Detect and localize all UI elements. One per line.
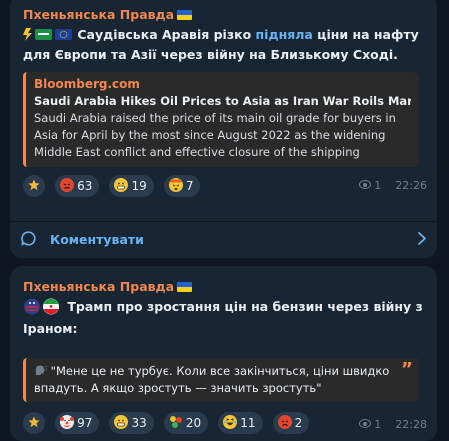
- reactions-bar: 63 19 7 1 22:26: [23, 175, 427, 199]
- emoji-flags-icon: [23, 28, 73, 46]
- angry-face-icon: [60, 178, 75, 192]
- reactions-bar: 97 33 20 11 2 1 22:28: [23, 412, 427, 436]
- reaction-count: 7: [185, 179, 194, 193]
- speaking-head-icon: [35, 365, 48, 375]
- reaction-traffic-light[interactable]: 20: [163, 412, 209, 434]
- reaction-grin[interactable]: 19: [109, 175, 154, 197]
- reaction-exploding-head[interactable]: 7: [163, 175, 201, 197]
- comment-bubble-icon: [21, 231, 36, 246]
- reaction-count: 97: [77, 416, 93, 430]
- ukraine-flag-icon: [177, 10, 193, 20]
- laughing-face-icon: [223, 415, 238, 429]
- reaction-star[interactable]: [23, 175, 45, 197]
- post-text-part1: Саудівська Аравія різко: [73, 27, 256, 42]
- star-icon: [28, 179, 40, 191]
- reaction-angry[interactable]: 2: [272, 412, 310, 434]
- grinning-face-icon: [114, 178, 129, 192]
- exploding-head-icon: [168, 178, 183, 192]
- quote-text: "Мене це не турбує. Коли все закінчиться…: [34, 364, 390, 395]
- link-preview-body: Saudi Arabia raised the price of its mai…: [34, 111, 396, 159]
- reaction-count: 11: [240, 416, 256, 430]
- views-eye-icon: [359, 419, 372, 428]
- comments-button[interactable]: Коментувати: [10, 221, 437, 258]
- clown-face-icon: [60, 415, 75, 429]
- reaction-grin[interactable]: 33: [109, 412, 154, 434]
- link-preview[interactable]: Bloomberg.com Saudi Arabia Hikes Oil Pri…: [23, 72, 419, 167]
- reaction-count: 33: [131, 416, 147, 430]
- reaction-count: 20: [185, 416, 202, 430]
- reaction-angry[interactable]: 63: [55, 175, 100, 197]
- channel-name-label: Пхеньянська Правда: [23, 7, 175, 22]
- post-time: 22:26: [395, 179, 427, 192]
- ukraine-flag-icon: [177, 282, 193, 292]
- grinning-face-icon: [114, 415, 129, 429]
- comments-label: Коментувати: [50, 232, 144, 247]
- quote-block: "Мене це не турбує. Коли все закінчиться…: [23, 358, 419, 402]
- views-count: 1: [374, 418, 382, 431]
- post-text-body: Трамп про зростання цін на бензин через …: [23, 299, 423, 336]
- reaction-star[interactable]: [23, 412, 45, 434]
- views-eye-icon: [359, 180, 372, 189]
- chevron-right-icon: [418, 232, 426, 245]
- channel-name-label: Пхеньянська Правда: [23, 279, 175, 294]
- link-preview-site: Bloomberg.com: [34, 77, 140, 91]
- star-icon: [28, 416, 40, 428]
- angry-face-icon: [277, 415, 292, 429]
- post-meta: 1 22:28: [359, 418, 427, 431]
- channel-name[interactable]: Пхеньянська Правда: [23, 7, 427, 23]
- reaction-count: 19: [131, 179, 147, 193]
- quote-mark-icon: ”: [401, 359, 413, 380]
- post-meta: 1 22:26: [359, 179, 427, 192]
- views-count: 1: [374, 179, 382, 192]
- post-text: Саудівська Аравія різко підняла ціни на …: [23, 26, 427, 64]
- reaction-count: 2: [294, 416, 303, 430]
- post-text: Трамп про зростання цін на бензин через …: [23, 298, 427, 338]
- link-preview-title: Saudi Arabia Hikes Oil Prices to Asia as…: [34, 94, 411, 108]
- channel-post: Пхеньянська Правда Трамп про зростання ц…: [10, 266, 437, 441]
- channel-name[interactable]: Пхеньянська Правда: [23, 279, 427, 295]
- post-time: 22:28: [395, 418, 427, 431]
- post-text-link[interactable]: підняла: [256, 27, 313, 42]
- usa-iran-flags-icon: [23, 298, 63, 320]
- reaction-count: 63: [77, 179, 93, 193]
- reaction-clown[interactable]: 97: [55, 412, 100, 434]
- channel-post: Пхеньянська Правда Саудівська Аравія різ…: [10, 0, 437, 258]
- traffic-light-icon: [169, 415, 183, 429]
- reaction-laughing[interactable]: 11: [218, 412, 263, 434]
